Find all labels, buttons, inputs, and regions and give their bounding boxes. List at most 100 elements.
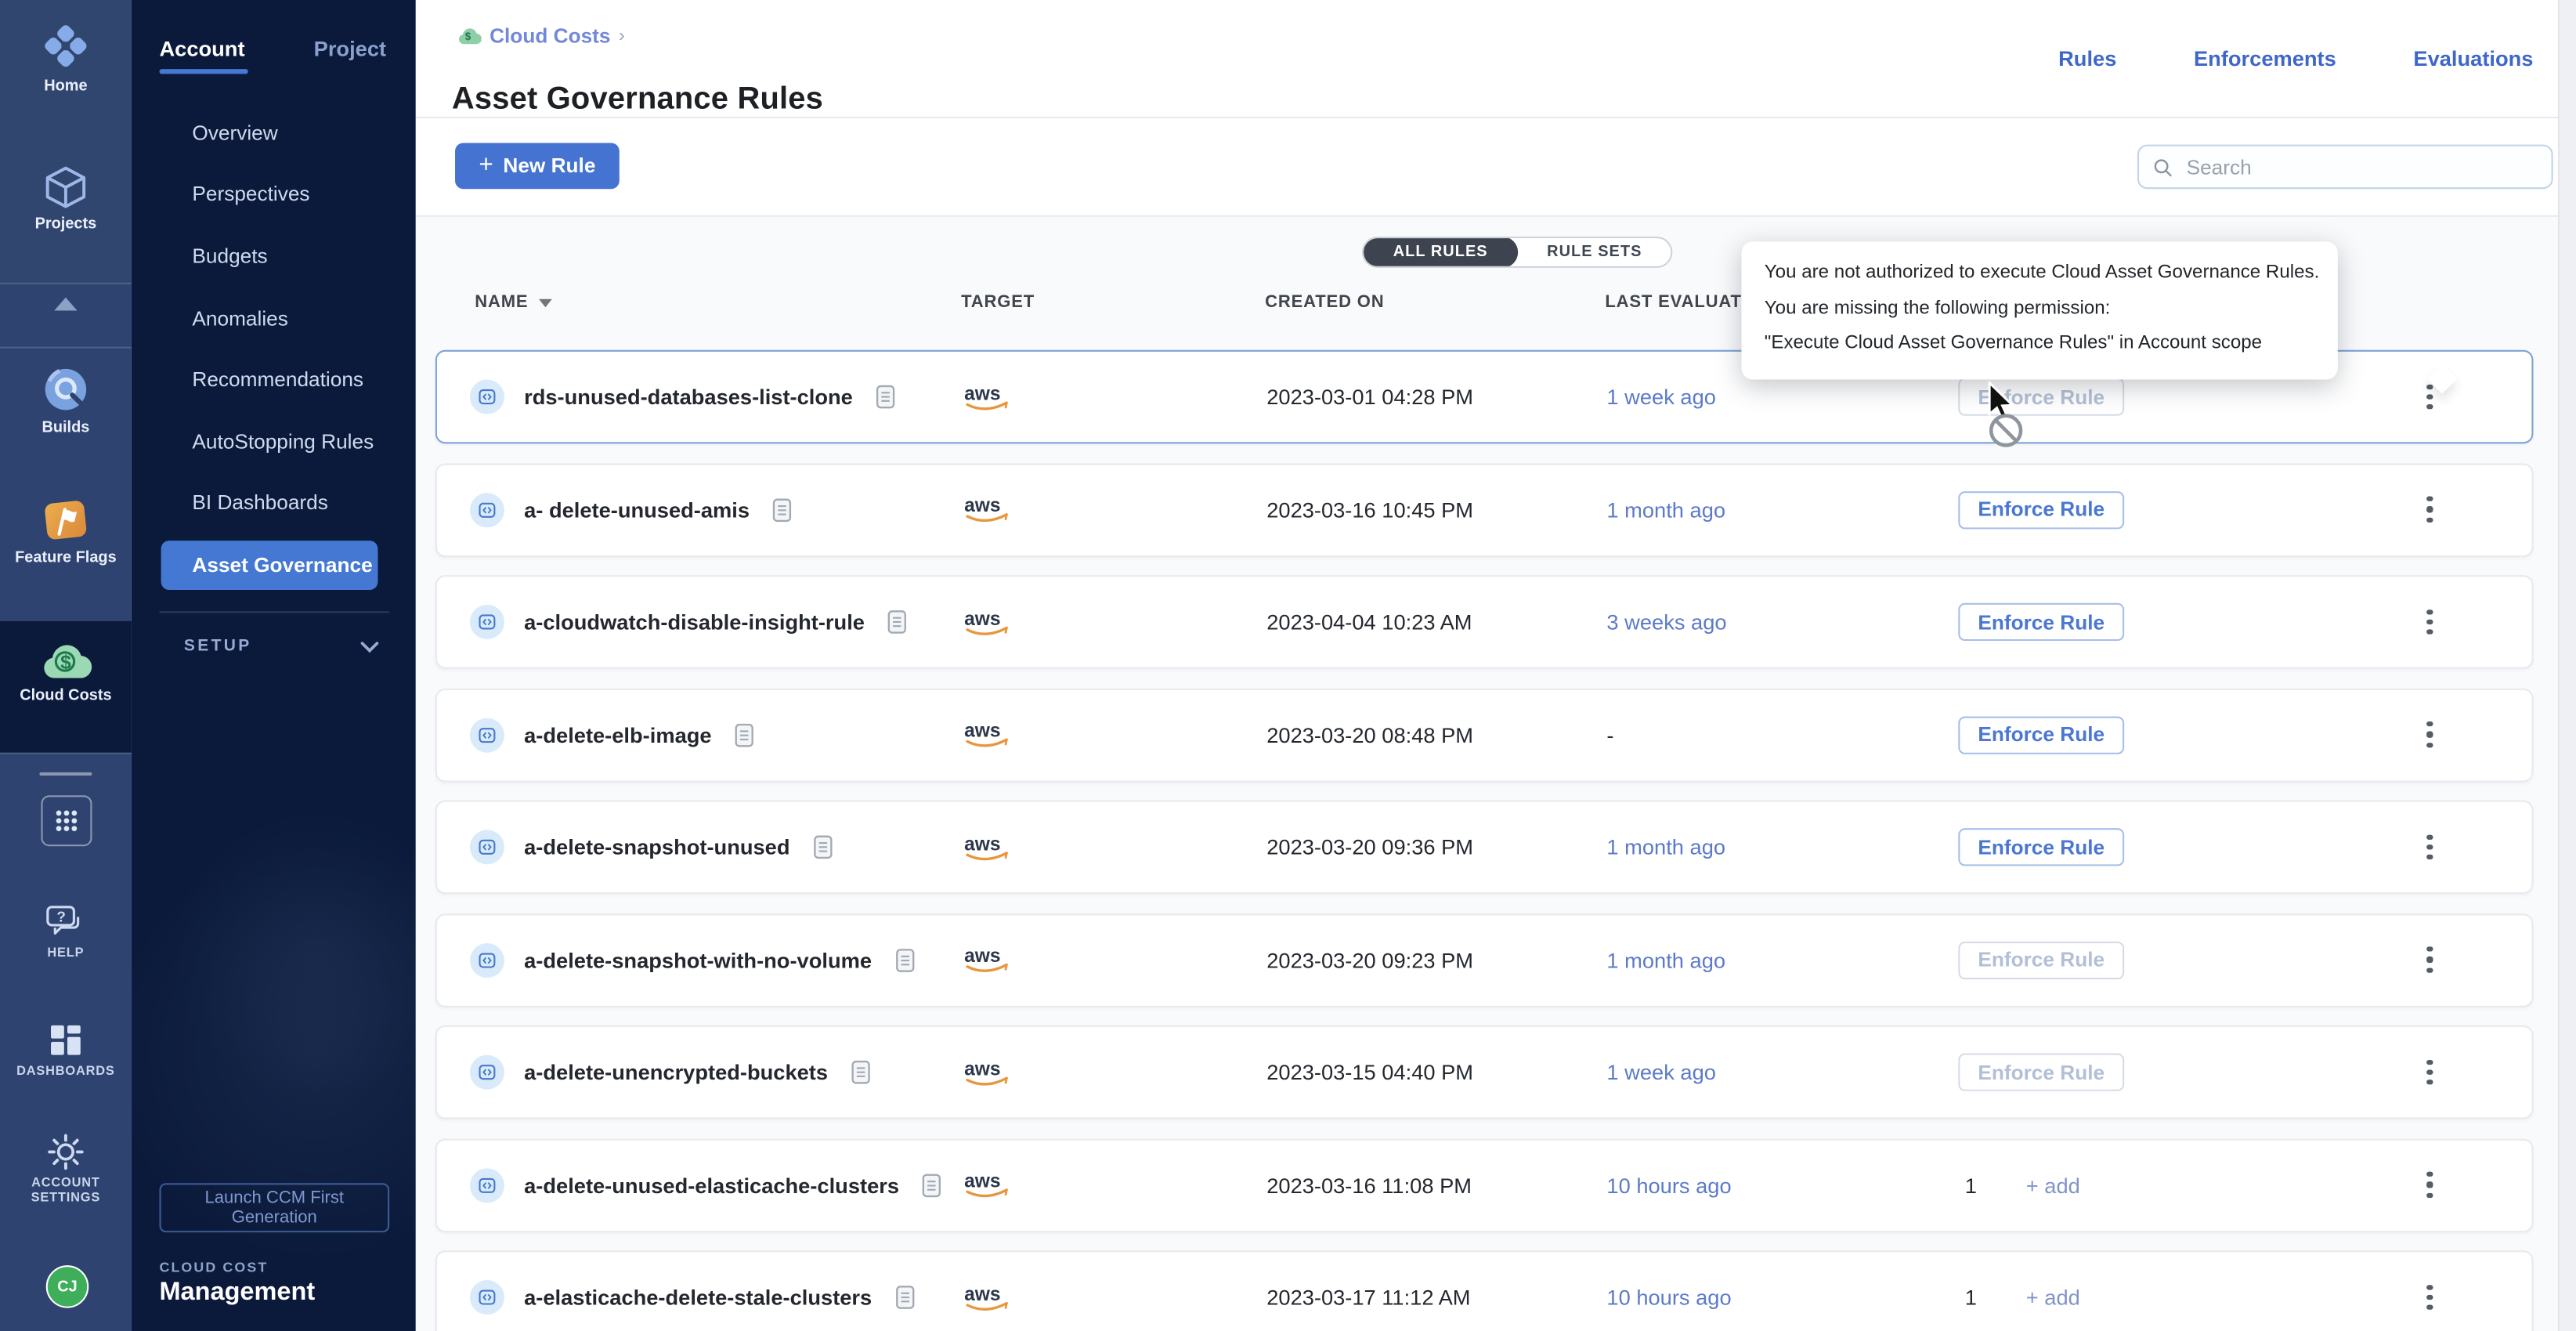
rule-icon — [470, 942, 504, 977]
rule-icon — [470, 380, 504, 414]
scrollbar-track[interactable] — [2558, 0, 2576, 1331]
header-link-enforcements[interactable]: Enforcements — [2194, 46, 2336, 71]
tab-rule-sets[interactable]: RULE SETS — [1517, 237, 1671, 268]
kebab-menu-icon[interactable] — [2413, 1163, 2446, 1206]
svg-text:aws: aws — [964, 383, 1000, 404]
copy-icon[interactable] — [887, 609, 907, 634]
last-evaluation: 1 month ago — [1606, 947, 1958, 971]
table-row[interactable]: a-delete-snapshot-unused aws 2023-03-20 … — [435, 801, 2534, 895]
launch-ccm-first-gen-button[interactable]: Launch CCM First Generation — [159, 1183, 389, 1232]
module-grid-icon[interactable] — [41, 795, 92, 846]
rail-divider-dash — [39, 772, 92, 776]
svg-text:aws: aws — [964, 495, 1000, 516]
rule-name: a-delete-unused-elasticache-clusters — [524, 1173, 899, 1197]
help-icon: ? — [45, 904, 88, 940]
aws-logo: aws — [963, 493, 1266, 526]
kebab-menu-icon[interactable] — [2413, 488, 2446, 531]
column-header-created-on: CREATED ON — [1265, 292, 1605, 312]
kebab-menu-icon[interactable] — [2413, 1051, 2446, 1094]
table-row[interactable]: a-delete-unencrypted-buckets aws 2023-03… — [435, 1025, 2534, 1119]
action-cell: Enforce Rule — [1958, 490, 2413, 528]
rail-item-label: Home — [44, 79, 87, 97]
created-on: 2023-03-20 09:36 PM — [1266, 835, 1606, 859]
permission-tooltip: You are not authorized to execute Cloud … — [1741, 241, 2337, 378]
table-row[interactable]: a-elasticache-delete-stale-clusters aws … — [435, 1250, 2534, 1331]
copy-icon[interactable] — [922, 1173, 941, 1197]
copy-icon[interactable] — [772, 497, 792, 522]
chevron-down-icon — [359, 640, 379, 653]
avatar[interactable]: CJ — [46, 1265, 89, 1308]
sidebar-tab-project[interactable]: Project — [314, 36, 386, 71]
sidebar-item-autostopping-rules[interactable]: AutoStopping Rules — [132, 411, 416, 472]
sidebar-item-bi-dashboards[interactable]: BI Dashboards — [132, 472, 416, 534]
rail-item-home[interactable]: Home — [0, 20, 132, 96]
builds-icon — [41, 365, 90, 414]
sidebar-tab-account[interactable]: Account — [159, 36, 244, 71]
enforce-rule-button[interactable]: Enforce Rule — [1958, 378, 2124, 415]
svg-text:aws: aws — [964, 1170, 1000, 1192]
kebab-menu-icon[interactable] — [2413, 601, 2446, 644]
kebab-menu-icon[interactable] — [2413, 713, 2446, 756]
sidebar-item-recommendations[interactable]: Recommendations — [132, 349, 416, 411]
rule-icon — [470, 1280, 504, 1315]
rail-item-cloud-costs[interactable]: $Cloud Costs — [0, 641, 132, 707]
table-row[interactable]: a- delete-unused-amis aws 2023-03-16 10:… — [435, 462, 2534, 556]
last-evaluation: 1 week ago — [1606, 385, 1958, 409]
rail-item-feature-flags[interactable]: Feature Flags — [0, 498, 132, 569]
column-header-name[interactable]: NAME — [435, 292, 961, 312]
action-cell: 1 + add — [1958, 1285, 2413, 1309]
rule-icon — [470, 1167, 504, 1202]
header-link-rules[interactable]: Rules — [2058, 46, 2116, 71]
new-rule-button[interactable]: + New Rule — [455, 143, 620, 189]
enforce-rule-button[interactable]: Enforce Rule — [1958, 603, 2124, 641]
table-row[interactable]: a-cloudwatch-disable-insight-rule aws 20… — [435, 575, 2534, 669]
setup-section-toggle[interactable]: SETUP — [132, 638, 416, 656]
enforce-rule-button[interactable]: Enforce Rule — [1958, 941, 2124, 978]
enforce-rule-button[interactable]: Enforce Rule — [1958, 1054, 2124, 1091]
sidebar-item-asset-governance[interactable]: Asset Governance — [132, 534, 416, 596]
copy-icon[interactable] — [813, 835, 833, 859]
sidebar-item-perspectives[interactable]: Perspectives — [132, 164, 416, 226]
sidebar-item-anomalies[interactable]: Anomalies — [132, 288, 416, 349]
kebab-menu-icon[interactable] — [2413, 939, 2446, 982]
projects-icon — [41, 165, 90, 211]
copy-icon[interactable] — [735, 722, 754, 747]
rail-item-dashboards[interactable]: DASHBOARDS — [0, 1022, 132, 1080]
rules-list-area: ALL RULES RULE SETS NAMETARGETCREATED ON… — [416, 217, 2576, 1331]
rail-item-account-settings[interactable]: ACCOUNT SETTINGS — [0, 1134, 132, 1206]
copy-icon[interactable] — [894, 947, 914, 971]
add-enforcement-link[interactable]: + add — [2026, 1285, 2080, 1309]
breadcrumb-link-cloud-costs[interactable]: Cloud Costs — [490, 24, 610, 47]
module-rail: Home Projects Builds Feature Flags $Cloud Co… — [0, 0, 132, 1331]
kebab-menu-icon[interactable] — [2413, 1276, 2446, 1319]
collapse-up-icon[interactable] — [0, 292, 132, 315]
table-row[interactable]: a-delete-elb-image aws 2023-03-20 08:48 … — [435, 688, 2534, 782]
rail-item-builds[interactable]: Builds — [0, 365, 132, 439]
sidebar-item-budgets[interactable]: Budgets — [132, 226, 416, 288]
enforce-rule-button[interactable]: Enforce Rule — [1958, 828, 2124, 866]
add-enforcement-link[interactable]: + add — [2026, 1173, 2080, 1197]
copy-icon[interactable] — [851, 1060, 870, 1084]
rail-item-help[interactable]: ?HELP — [0, 904, 132, 961]
header-link-evaluations[interactable]: Evaluations — [2413, 46, 2533, 71]
kebab-menu-icon[interactable] — [2413, 826, 2446, 869]
copy-icon[interactable] — [895, 1285, 915, 1309]
tab-all-rules[interactable]: ALL RULES — [1364, 237, 1517, 268]
sidebar-item-overview[interactable]: Overview — [132, 102, 416, 164]
created-on: 2023-03-01 04:28 PM — [1266, 385, 1606, 409]
copy-icon[interactable] — [876, 385, 895, 409]
enforce-rule-button[interactable]: Enforce Rule — [1958, 490, 2124, 528]
rule-name: a- delete-unused-amis — [524, 497, 750, 522]
enforcement-count: 1 — [1958, 1285, 1977, 1309]
created-on: 2023-04-04 10:23 AM — [1266, 609, 1606, 634]
harness-logo-icon — [36, 20, 96, 72]
aws-logo: aws — [963, 606, 1266, 638]
enforce-rule-button[interactable]: Enforce Rule — [1958, 715, 2124, 753]
rail-item-projects[interactable]: Projects — [0, 165, 132, 235]
rule-icon — [470, 492, 504, 526]
table-row[interactable]: a-delete-snapshot-with-no-volume aws 202… — [435, 913, 2534, 1007]
table-row[interactable]: a-delete-unused-elasticache-clusters aws… — [435, 1138, 2534, 1232]
search-box[interactable] — [2137, 145, 2553, 190]
search-input[interactable] — [2183, 154, 2538, 180]
new-rule-label: New Rule — [503, 154, 595, 177]
